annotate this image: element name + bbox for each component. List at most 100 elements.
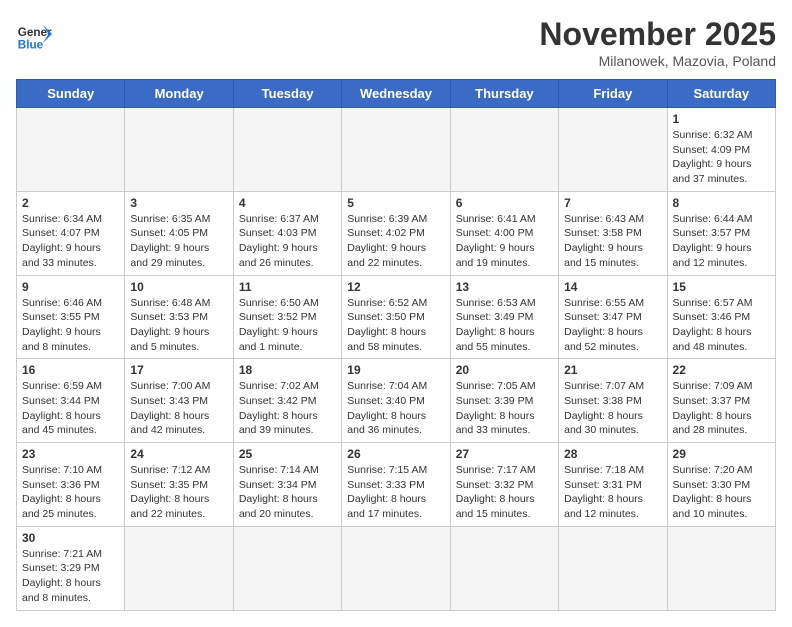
calendar-row: 9Sunrise: 6:46 AM Sunset: 3:55 PM Daylig… — [17, 275, 776, 359]
calendar-cell: 25Sunrise: 7:14 AM Sunset: 3:34 PM Dayli… — [233, 443, 341, 527]
calendar-cell: 20 Sunrise: 7:05 AM Sunset: 3:39 PM Dayli… — [450, 359, 558, 443]
calendar-row: 16 Sunrise: 6:59 AM Sunset: 3:44 PM Dayli… — [17, 359, 776, 443]
calendar-cell: 22 Sunrise: 7:09 AM Sunset: 3:37 PM Dayli… — [667, 359, 775, 443]
day-number: 14 — [564, 280, 661, 294]
day-number: 23 — [22, 447, 119, 461]
calendar-cell — [450, 108, 558, 192]
day-number: 25 — [239, 447, 336, 461]
day-number: 15 — [673, 280, 770, 294]
day-number: 11 — [239, 280, 336, 294]
day-number: 5 — [347, 196, 444, 210]
calendar-cell: 28 Sunrise: 7:18 AM Sunset: 3:31 PM Dayli… — [559, 443, 667, 527]
calendar-cell — [17, 108, 125, 192]
day-info: Sunrise: 6:43 AM Sunset: 3:58 PM Dayligh… — [564, 212, 661, 271]
day-info: Sunrise: 6:39 AM Sunset: 4:02 PM Dayligh… — [347, 212, 444, 271]
day-info: Sunrise: 7:10 AM Sunset: 3:36 PM Dayligh… — [22, 463, 119, 522]
day-number: 2 — [22, 196, 119, 210]
calendar-cell: 8Sunrise: 6:44 AM Sunset: 3:57 PM Daylig… — [667, 191, 775, 275]
day-number: 8 — [673, 196, 770, 210]
location-subtitle: Milanowek, Mazovia, Poland — [539, 53, 776, 69]
day-info: Sunrise: 6:59 AM Sunset: 3:44 PM Dayligh… — [22, 379, 119, 438]
calendar-body: 1Sunrise: 6:32 AM Sunset: 4:09 PM Daylig… — [17, 108, 776, 611]
day-info: Sunrise: 7:04 AM Sunset: 3:40 PM Dayligh… — [347, 379, 444, 438]
calendar-cell: 6 Sunrise: 6:41 AM Sunset: 4:00 PM Daylig… — [450, 191, 558, 275]
day-info: Sunrise: 7:18 AM Sunset: 3:31 PM Dayligh… — [564, 463, 661, 522]
calendar-cell: 30 Sunrise: 7:21 AM Sunset: 3:29 PM Dayli… — [17, 526, 125, 610]
calendar-cell — [559, 526, 667, 610]
calendar-row: 2 Sunrise: 6:34 AM Sunset: 4:07 PM Daylig… — [17, 191, 776, 275]
day-info: Sunrise: 7:02 AM Sunset: 3:42 PM Dayligh… — [239, 379, 336, 438]
calendar-cell — [125, 108, 233, 192]
calendar-cell: 13 Sunrise: 6:53 AM Sunset: 3:49 PM Dayli… — [450, 275, 558, 359]
day-info: Sunrise: 6:57 AM Sunset: 3:46 PM Dayligh… — [673, 296, 770, 355]
calendar-cell: 17 Sunrise: 7:00 AM Sunset: 3:43 PM Dayli… — [125, 359, 233, 443]
day-number: 16 — [22, 363, 119, 377]
calendar-cell: 5 Sunrise: 6:39 AM Sunset: 4:02 PM Daylig… — [342, 191, 450, 275]
day-info: Sunrise: 6:41 AM Sunset: 4:00 PM Dayligh… — [456, 212, 553, 271]
day-number: 6 — [456, 196, 553, 210]
logo: General Blue — [16, 16, 52, 52]
calendar-row: 30 Sunrise: 7:21 AM Sunset: 3:29 PM Dayli… — [17, 526, 776, 610]
page-header: General Blue November 2025 Milanowek, Ma… — [16, 16, 776, 69]
calendar-cell: 2 Sunrise: 6:34 AM Sunset: 4:07 PM Daylig… — [17, 191, 125, 275]
day-number: 9 — [22, 280, 119, 294]
weekday-header-cell: Sunday — [17, 80, 125, 108]
day-number: 19 — [347, 363, 444, 377]
calendar-cell: 21Sunrise: 7:07 AM Sunset: 3:38 PM Dayli… — [559, 359, 667, 443]
day-info: Sunrise: 7:05 AM Sunset: 3:39 PM Dayligh… — [456, 379, 553, 438]
day-info: Sunrise: 6:50 AM Sunset: 3:52 PM Dayligh… — [239, 296, 336, 355]
weekday-header-cell: Saturday — [667, 80, 775, 108]
day-number: 26 — [347, 447, 444, 461]
day-info: Sunrise: 6:37 AM Sunset: 4:03 PM Dayligh… — [239, 212, 336, 271]
calendar-cell: 4 Sunrise: 6:37 AM Sunset: 4:03 PM Daylig… — [233, 191, 341, 275]
calendar-cell: 19 Sunrise: 7:04 AM Sunset: 3:40 PM Dayli… — [342, 359, 450, 443]
day-info: Sunrise: 6:32 AM Sunset: 4:09 PM Dayligh… — [673, 128, 770, 187]
day-number: 18 — [239, 363, 336, 377]
calendar-cell: 23 Sunrise: 7:10 AM Sunset: 3:36 PM Dayli… — [17, 443, 125, 527]
day-number: 3 — [130, 196, 227, 210]
calendar-cell: 24Sunrise: 7:12 AM Sunset: 3:35 PM Dayli… — [125, 443, 233, 527]
day-info: Sunrise: 6:48 AM Sunset: 3:53 PM Dayligh… — [130, 296, 227, 355]
calendar-cell: 26Sunrise: 7:15 AM Sunset: 3:33 PM Dayli… — [342, 443, 450, 527]
day-info: Sunrise: 7:09 AM Sunset: 3:37 PM Dayligh… — [673, 379, 770, 438]
day-number: 28 — [564, 447, 661, 461]
calendar-cell: 18 Sunrise: 7:02 AM Sunset: 3:42 PM Dayli… — [233, 359, 341, 443]
weekday-header-cell: Wednesday — [342, 80, 450, 108]
calendar-cell: 12Sunrise: 6:52 AM Sunset: 3:50 PM Dayli… — [342, 275, 450, 359]
day-info: Sunrise: 6:34 AM Sunset: 4:07 PM Dayligh… — [22, 212, 119, 271]
calendar-row: 1Sunrise: 6:32 AM Sunset: 4:09 PM Daylig… — [17, 108, 776, 192]
calendar-cell: 7 Sunrise: 6:43 AM Sunset: 3:58 PM Daylig… — [559, 191, 667, 275]
logo-icon: General Blue — [16, 16, 52, 52]
calendar-cell — [233, 108, 341, 192]
day-number: 22 — [673, 363, 770, 377]
day-info: Sunrise: 6:55 AM Sunset: 3:47 PM Dayligh… — [564, 296, 661, 355]
calendar-cell: 14 Sunrise: 6:55 AM Sunset: 3:47 PM Dayli… — [559, 275, 667, 359]
calendar-cell — [125, 526, 233, 610]
calendar-cell — [667, 526, 775, 610]
day-info: Sunrise: 6:35 AM Sunset: 4:05 PM Dayligh… — [130, 212, 227, 271]
calendar-cell: 27Sunrise: 7:17 AM Sunset: 3:32 PM Dayli… — [450, 443, 558, 527]
calendar-cell — [233, 526, 341, 610]
calendar-table: SundayMondayTuesdayWednesdayThursdayFrid… — [16, 79, 776, 611]
calendar-cell — [342, 526, 450, 610]
calendar-cell: 3 Sunrise: 6:35 AM Sunset: 4:05 PM Daylig… — [125, 191, 233, 275]
day-number: 10 — [130, 280, 227, 294]
day-number: 30 — [22, 531, 119, 545]
day-info: Sunrise: 6:53 AM Sunset: 3:49 PM Dayligh… — [456, 296, 553, 355]
calendar-cell — [559, 108, 667, 192]
title-area: November 2025 Milanowek, Mazovia, Poland — [539, 16, 776, 69]
day-number: 7 — [564, 196, 661, 210]
day-number: 13 — [456, 280, 553, 294]
calendar-cell: 16 Sunrise: 6:59 AM Sunset: 3:44 PM Dayli… — [17, 359, 125, 443]
day-number: 24 — [130, 447, 227, 461]
day-info: Sunrise: 7:00 AM Sunset: 3:43 PM Dayligh… — [130, 379, 227, 438]
day-number: 17 — [130, 363, 227, 377]
day-number: 4 — [239, 196, 336, 210]
weekday-header-row: SundayMondayTuesdayWednesdayThursdayFrid… — [17, 80, 776, 108]
calendar-cell: 1Sunrise: 6:32 AM Sunset: 4:09 PM Daylig… — [667, 108, 775, 192]
day-info: Sunrise: 7:21 AM Sunset: 3:29 PM Dayligh… — [22, 547, 119, 606]
day-number: 20 — [456, 363, 553, 377]
calendar-cell: 15 Sunrise: 6:57 AM Sunset: 3:46 PM Dayli… — [667, 275, 775, 359]
weekday-header-cell: Monday — [125, 80, 233, 108]
day-info: Sunrise: 7:20 AM Sunset: 3:30 PM Dayligh… — [673, 463, 770, 522]
